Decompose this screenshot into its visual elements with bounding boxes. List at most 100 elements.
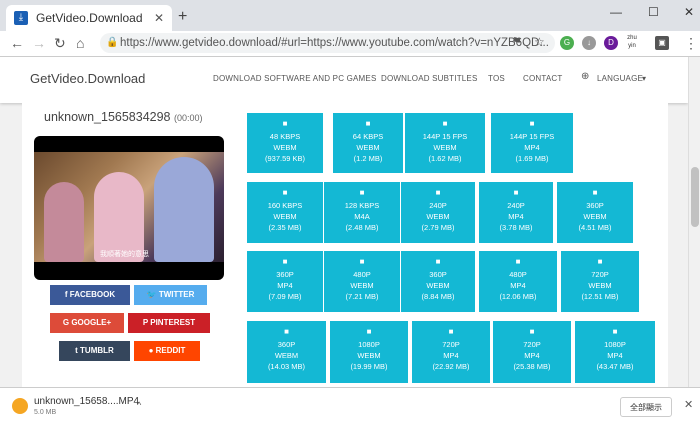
maximize-icon[interactable]: ☐ (648, 5, 659, 19)
scrollbar-thumb[interactable] (691, 167, 699, 227)
download-format-button[interactable]: ■ 360P WEBM (14.03 MB) (247, 321, 326, 383)
extension-download-icon[interactable]: ↓ (582, 36, 596, 50)
reddit-share-button[interactable]: ● REDDIT (134, 341, 200, 361)
site-navbar: GetVideo.Download DOWNLOAD SOFTWARE AND … (0, 57, 688, 103)
lock-icon: 🔒 (106, 37, 119, 48)
nav-download-software[interactable]: DOWNLOAD SOFTWARE AND PC GAMES (213, 74, 377, 83)
window-close-icon[interactable]: ✕ (684, 5, 694, 19)
format-quality: 160 KBPS (267, 201, 303, 210)
download-format-button[interactable]: ■ 720P MP4 (22.92 MB) (412, 321, 490, 383)
chevron-up-icon[interactable]: ^ (137, 400, 141, 410)
format-size: (1.69 MB) (515, 154, 549, 163)
minimize-icon[interactable]: — (610, 5, 622, 19)
format-container: MP4 (607, 351, 623, 360)
tab-strip: ⤓ GetVideo.Download ✕ + — ☐ ✕ (0, 0, 700, 31)
download-format-button[interactable]: ■ 360P WEBM (4.51 MB) (557, 182, 633, 243)
site-brand[interactable]: GetVideo.Download (30, 71, 145, 86)
back-icon[interactable]: ← (10, 35, 24, 51)
format-quality: 720P (523, 340, 541, 349)
video-thumbnail[interactable]: 我順著她的意思 (34, 136, 224, 280)
extension-screen-icon[interactable]: ▣ (655, 36, 669, 50)
close-shelf-icon[interactable]: ✕ (684, 398, 693, 411)
forward-icon[interactable]: → (32, 35, 46, 51)
zhuyin-extension-icon[interactable]: zhu yin (624, 34, 640, 50)
video-title-row: unknown_1565834298 (00:00) (44, 110, 203, 124)
format-container: M4A (354, 212, 370, 221)
close-tab-icon[interactable]: ✕ (154, 11, 164, 25)
format-container: WEBM (426, 212, 450, 221)
nav-tos[interactable]: TOS (488, 74, 505, 83)
download-format-button[interactable]: ■ 48 KBPS WEBM (937.59 KB) (247, 113, 323, 173)
download-format-button[interactable]: ■ 720P MP4 (25.38 MB) (493, 321, 571, 383)
format-quality: 48 KBPS (269, 132, 301, 141)
format-size: (1.2 MB) (353, 154, 383, 163)
download-format-button[interactable]: ■ 480P WEBM (7.21 MB) (324, 251, 400, 312)
video-camera-icon: ■ (284, 327, 289, 336)
caret-down-icon[interactable]: ▾ (642, 74, 646, 83)
download-format-button[interactable]: ■ 1080P WEBM (19.99 MB) (330, 321, 408, 383)
download-format-button[interactable]: ■ 144P 15 FPS WEBM (1.62 MB) (405, 113, 485, 173)
download-format-button[interactable]: ■ 128 KBPS M4A (2.48 MB) (324, 182, 400, 243)
download-format-button[interactable]: ■ 240P MP4 (3.78 MB) (479, 182, 553, 243)
google-share-button[interactable]: G GOOGLE+ (50, 313, 124, 333)
format-quality: 720P (591, 270, 609, 279)
format-size: (7.09 MB) (268, 292, 302, 301)
download-file-name[interactable]: unknown_15658....MP4 (34, 396, 139, 407)
format-container: WEBM (356, 143, 380, 152)
page-scrollbar[interactable] (688, 57, 700, 387)
format-container: MP4 (524, 351, 540, 360)
download-format-button[interactable]: ■ 144P 15 FPS MP4 (1.69 MB) (491, 113, 573, 173)
facebook-share-button[interactable]: f FACEBOOK (50, 285, 130, 305)
format-container: WEBM (350, 281, 374, 290)
download-shelf: unknown_15658....MP4 5.0 MB ^ 全部顯示 ✕ (0, 387, 700, 424)
format-size: (4.51 MB) (578, 223, 612, 232)
video-camera-icon: ■ (282, 257, 288, 266)
format-quality: 360P (276, 270, 294, 279)
home-icon[interactable]: ⌂ (76, 35, 84, 51)
download-format-button[interactable]: ■ 1080P MP4 (43.47 MB) (575, 321, 655, 383)
format-size: (12.06 MB) (499, 292, 537, 301)
twitter-share-button[interactable]: 🐦 TWITTER (134, 285, 207, 305)
address-bar[interactable]: 🔒 https://www.getvideo.download/#url=htt… (100, 33, 555, 53)
format-quality: 240P (507, 201, 525, 210)
video-camera-icon: ■ (435, 188, 441, 197)
menu-icon[interactable]: ⋮ (684, 35, 698, 52)
format-container: WEBM (274, 351, 299, 360)
format-container: WEBM (273, 212, 297, 221)
format-size: (7.21 MB) (345, 292, 379, 301)
globe-icon[interactable]: ⊕ (581, 71, 590, 82)
video-frame-image (34, 152, 224, 262)
download-format-button[interactable]: ■ 160 KBPS WEBM (2.35 MB) (247, 182, 323, 243)
new-tab-button[interactable]: + (178, 8, 187, 26)
translate-icon[interactable]: ⚑ (512, 35, 522, 48)
download-format-button[interactable]: ■ 720P WEBM (12.51 MB) (561, 251, 639, 312)
download-format-button[interactable]: ■ 480P MP4 (12.06 MB) (479, 251, 557, 312)
nav-language[interactable]: LANGUAGE (597, 74, 643, 83)
download-file-icon (12, 398, 28, 414)
browser-tab[interactable]: ⤓ GetVideo.Download ✕ (6, 5, 172, 31)
download-format-button[interactable]: ■ 360P MP4 (7.09 MB) (247, 251, 323, 312)
format-quality: 360P (429, 270, 447, 279)
video-camera-icon: ■ (442, 119, 448, 128)
format-quality: 240P (429, 201, 447, 210)
nav-download-subtitles[interactable]: DOWNLOAD SUBTITLES (381, 74, 478, 83)
tumblr-share-button[interactable]: t TUMBLR (59, 341, 130, 361)
video-camera-icon: ■ (515, 257, 521, 266)
format-container: WEBM (357, 351, 381, 360)
extension-g-icon[interactable]: G (560, 36, 574, 50)
video-camera-icon: ■ (282, 119, 288, 128)
browser-toolbar: ← → ↻ ⌂ 🔒 https://www.getvideo.download/… (0, 31, 700, 57)
show-all-button[interactable]: 全部顯示 (620, 397, 672, 417)
bookmark-star-icon[interactable]: ☆ (534, 35, 545, 49)
reload-icon[interactable]: ↻ (54, 35, 66, 52)
download-format-button[interactable]: ■ 240P WEBM (2.79 MB) (401, 182, 475, 243)
extension-d-icon[interactable]: D (604, 36, 618, 50)
nav-contact[interactable]: CONTACT (523, 74, 562, 83)
video-subtitle: 我順著她的意思 (100, 251, 149, 258)
pinterest-share-button[interactable]: P PINTEREST (128, 313, 210, 333)
download-format-button[interactable]: ■ 360P WEBM (8.84 MB) (401, 251, 475, 312)
format-quality: 144P 15 FPS (509, 132, 555, 141)
format-container: MP4 (443, 351, 459, 360)
download-format-button[interactable]: ■ 64 KBPS WEBM (1.2 MB) (333, 113, 403, 173)
format-container: MP4 (524, 143, 540, 152)
